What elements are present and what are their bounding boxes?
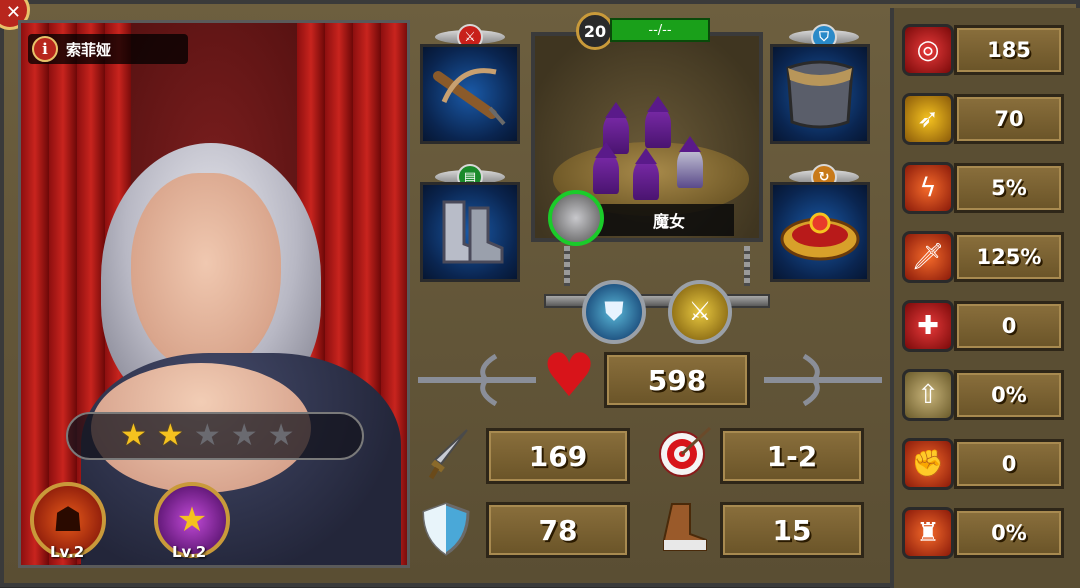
defense-emblem-button[interactable]: ⛊ [582, 280, 646, 344]
star-laurel-icon: ★ [176, 500, 208, 540]
squad-level-badge: 20 [576, 12, 614, 50]
equip-slot-crown[interactable] [770, 182, 870, 282]
side-stat-value: 0% [954, 508, 1064, 558]
squad-xp-bar: --/-- [610, 18, 710, 42]
star-empty-icon: ★ [267, 418, 295, 453]
star-empty-icon: ★ [230, 418, 258, 453]
health-heart-icon: ♥ [542, 341, 596, 411]
crossed-swords-icon: ⚔ [688, 297, 712, 327]
boot-icon [656, 498, 712, 554]
ornament-right [764, 353, 882, 407]
chain-left [564, 246, 570, 286]
attack-value: 169 [486, 428, 630, 484]
shield-icon [418, 500, 474, 556]
skill-1-level: Lv.2 [50, 543, 85, 561]
hero-name-tag: i 索菲娅 [28, 34, 188, 64]
side-stat-value: 185 [954, 25, 1064, 75]
shield-laurel-icon: ⛊ [604, 296, 624, 327]
hero-name: 索菲娅 [66, 40, 112, 59]
skill-2-level: Lv.2 [172, 543, 207, 561]
unit-name: 魔女 [652, 212, 685, 231]
target-arrow-icon [656, 424, 712, 480]
side-stat-value: 125% [954, 232, 1064, 282]
heal-cross-icon: ✚ [902, 300, 954, 352]
crit-lightning-icon: ϟ [902, 162, 954, 214]
range-value: 1-2 [720, 428, 864, 484]
target-icon: ◎ [902, 24, 954, 76]
squad-unit [593, 142, 619, 194]
squad-leader-unit [677, 136, 703, 188]
ornament-left [418, 353, 536, 407]
dodge-icon: ➶ [902, 93, 954, 145]
connector-bar [544, 294, 770, 308]
hero-face [131, 173, 281, 373]
side-stat-value: 0 [954, 439, 1064, 489]
star-filled-icon: ★ [156, 418, 184, 453]
chainmail-armor-icon [786, 60, 854, 129]
rage-silhouette-icon: ☗ [52, 500, 84, 540]
dagger-icon [422, 426, 478, 482]
side-stat-value: 0% [954, 370, 1064, 420]
hero-star-rating: ★ ★ ★ ★ ★ [66, 412, 364, 460]
attack-emblem-button[interactable]: ⚔ [668, 280, 732, 344]
power-figure-icon: ♜ [902, 507, 954, 559]
health-value: 598 [604, 352, 750, 408]
boots-icon [442, 200, 504, 264]
crossbow-icon [433, 68, 506, 126]
hero-detail-window: ✕ i 索菲娅 ★ ★ ★ ★ ★ ☗ Lv.2 ★ Lv.2 ⚔ ▤ ⛉ ↻ … [0, 0, 1080, 588]
chain-right [744, 246, 750, 286]
star-empty-icon: ★ [193, 418, 221, 453]
crit-damage-sword-icon: 🗡 [902, 231, 954, 283]
speed-value: 15 [720, 502, 864, 558]
info-icon[interactable]: i [32, 36, 58, 62]
star-filled-icon: ★ [120, 418, 147, 453]
rank-up-icon: ⇧ [902, 369, 954, 421]
equip-slot-weapon[interactable] [420, 44, 520, 144]
unit-portrait-avatar[interactable] [548, 190, 604, 246]
squad-unit [645, 96, 671, 148]
crown-icon [780, 212, 860, 261]
equip-slot-boots[interactable] [420, 182, 520, 282]
side-stat-value: 70 [954, 94, 1064, 144]
defense-value: 78 [486, 502, 630, 558]
squad-unit [633, 148, 659, 200]
fist-icon: ✊ [902, 438, 954, 490]
side-stat-value: 0 [954, 301, 1064, 351]
side-stat-value: 5% [954, 163, 1064, 213]
equip-slot-armor[interactable] [770, 44, 870, 144]
